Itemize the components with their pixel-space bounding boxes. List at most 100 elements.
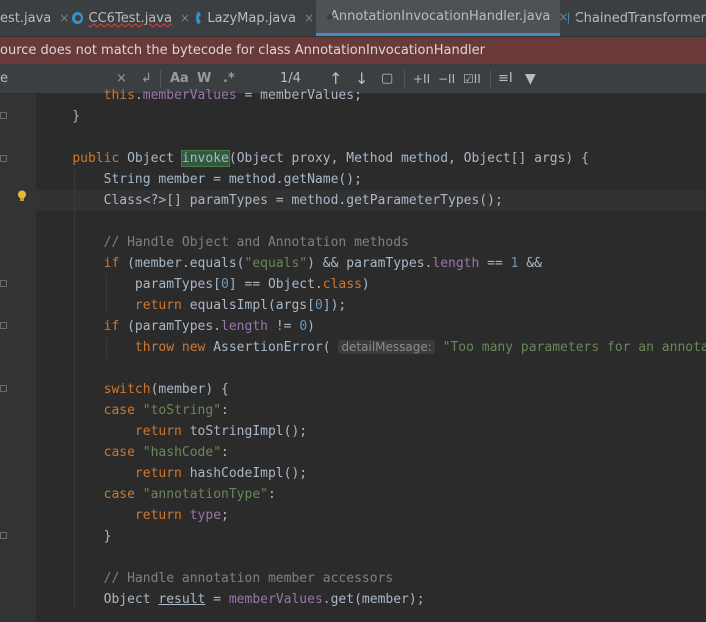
code-line[interactable]: switch(member) {	[41, 379, 706, 400]
code-line[interactable]: Object result = memberValues.get(member)…	[41, 589, 706, 610]
code-token: case	[103, 445, 135, 460]
close-icon[interactable]: ×	[59, 11, 69, 25]
code-token: "equals"	[244, 256, 308, 271]
code-line[interactable]: // Handle Object and Annotation methods	[41, 232, 706, 253]
code-line[interactable]: return hashCodeImpl();	[41, 463, 706, 484]
code-line[interactable]: ​	[41, 358, 706, 379]
code-token: AssertionError(	[205, 340, 339, 355]
code-line[interactable]: public Object invoke(Object proxy, Metho…	[41, 148, 706, 169]
code-token: ] == Object.	[228, 277, 323, 292]
tab-label: LazyMap.java	[207, 10, 296, 26]
code-line[interactable]: }	[41, 106, 706, 127]
code-token: 0	[221, 277, 229, 292]
code-token: return	[134, 466, 182, 481]
code-token: (Object proxy, Method method, Object[] a…	[228, 151, 589, 166]
code-line[interactable]: this.memberValues = memberValues;	[41, 85, 706, 106]
code-token: =	[205, 592, 229, 607]
code-token: invoke	[180, 150, 230, 167]
code-line[interactable]: ​	[41, 547, 706, 568]
code-line[interactable]: ​	[41, 211, 706, 232]
code-token: "hashCode"	[142, 445, 222, 460]
code-token: "toString"	[142, 403, 222, 418]
tab-chainedtransformer[interactable]: ChainedTransformer	[568, 0, 706, 36]
tab-label: CC6Test.java	[88, 10, 172, 26]
code-line[interactable]: Class<?>[] paramTypes = method.getParame…	[41, 190, 706, 211]
code-token: !=	[268, 319, 300, 334]
tab-annotationinvocationhandler-java[interactable]: AnnotationInvocationHandler.java ×	[316, 0, 568, 36]
code-token: case	[103, 487, 135, 502]
code-token: )	[361, 277, 370, 292]
code-line[interactable]: throw new AssertionError( detailMessage:…	[41, 337, 706, 358]
code-token: // Handle Object and Annotation methods	[103, 235, 409, 250]
code-line[interactable]: case "hashCode":	[41, 442, 706, 463]
class-icon	[568, 12, 574, 24]
tab-label: ChainedTransformer	[574, 10, 706, 26]
code-token: return	[134, 298, 182, 313]
editor-tab-bar: est.java × CC6Test.java × LazyMap.java ×…	[0, 0, 706, 37]
bytecode-mismatch-banner: ource does not match the bytecode for cl…	[0, 37, 706, 64]
code-token: .get(member);	[322, 592, 425, 607]
tab-cc6test-java[interactable]: CC6Test.java ×	[72, 0, 190, 36]
lightbulb-icon[interactable]	[17, 190, 27, 202]
code-line[interactable]: if (member.equals("equals") && paramType…	[41, 253, 706, 274]
class-icon	[72, 12, 83, 24]
tab-label: AnnotationInvocationHandler.java	[330, 9, 551, 24]
tab-test-java[interactable]: est.java ×	[0, 0, 69, 36]
code-token: &&	[518, 256, 542, 271]
code-token: "Too many parameters for an annotation	[442, 340, 706, 355]
code-line[interactable]: String member = method.getName();	[41, 169, 706, 190]
fold-marker-icon[interactable]	[0, 280, 7, 287]
fold-marker-icon[interactable]	[0, 112, 7, 119]
fold-marker-icon[interactable]	[0, 532, 7, 539]
code-token: this	[103, 88, 135, 103]
code-token: ==	[479, 256, 511, 271]
code-token: }	[41, 529, 112, 544]
code-token: switch	[103, 382, 151, 397]
code-line[interactable]: case "toString":	[41, 400, 706, 421]
class-icon	[196, 12, 206, 24]
code-token: (member) {	[150, 382, 229, 397]
code-token: type	[189, 508, 222, 523]
code-token: class	[322, 277, 362, 292]
code-line[interactable]: }	[41, 526, 706, 547]
close-icon[interactable]: ×	[558, 10, 568, 24]
fold-marker-icon[interactable]	[0, 322, 7, 329]
code-token: = memberValues;	[236, 88, 362, 103]
code-line[interactable]: if (paramTypes.length != 0)	[41, 316, 706, 337]
code-token: :	[221, 403, 229, 418]
code-line[interactable]: // Handle annotation member accessors	[41, 568, 706, 589]
fold-marker-icon[interactable]	[0, 385, 7, 392]
code-line[interactable]: paramTypes[0] == Object.class)	[41, 274, 706, 295]
code-token: throw	[134, 340, 175, 355]
close-icon[interactable]: ×	[180, 11, 190, 25]
code-token: result	[158, 592, 206, 607]
code-token: (member.equals(	[119, 256, 245, 271]
code-editor[interactable]: this.memberValues = memberValues; }​ pub…	[41, 85, 706, 610]
code-line[interactable]: return toStringImpl();	[41, 421, 706, 442]
code-line[interactable]: case "annotationType":	[41, 484, 706, 505]
close-icon[interactable]: ×	[304, 11, 314, 25]
parameter-hint: detailMessage:	[338, 340, 435, 354]
fold-marker-icon[interactable]	[0, 155, 7, 162]
code-line[interactable]: return type;	[41, 505, 706, 526]
tab-label: est.java	[0, 10, 52, 26]
code-line[interactable]: return equalsImpl(args[0]);	[41, 295, 706, 316]
code-token: .	[134, 88, 143, 103]
tab-lazymap-java[interactable]: LazyMap.java ×	[196, 0, 314, 36]
code-line[interactable]: ​	[41, 127, 706, 148]
code-token: Object	[41, 592, 159, 607]
